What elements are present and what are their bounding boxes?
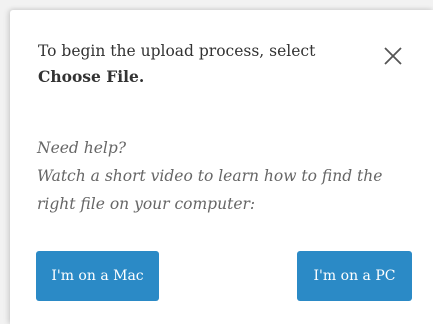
mac-video-button[interactable]: I'm on a Mac: [36, 251, 159, 301]
help-heading: Need help?: [37, 139, 127, 157]
upload-instruction: To begin the upload process, select Choo…: [38, 38, 358, 90]
instruction-text: To begin the upload process, select: [38, 42, 316, 60]
help-section: Need help? Watch a short video to learn …: [37, 134, 417, 218]
help-description: Watch a short video to learn how to find…: [37, 167, 383, 213]
pc-video-button[interactable]: I'm on a PC: [297, 251, 412, 301]
close-icon: [384, 47, 402, 65]
choose-file-label: Choose File.: [38, 67, 145, 86]
close-button[interactable]: [382, 45, 404, 67]
upload-help-popover: To begin the upload process, select Choo…: [10, 10, 433, 324]
